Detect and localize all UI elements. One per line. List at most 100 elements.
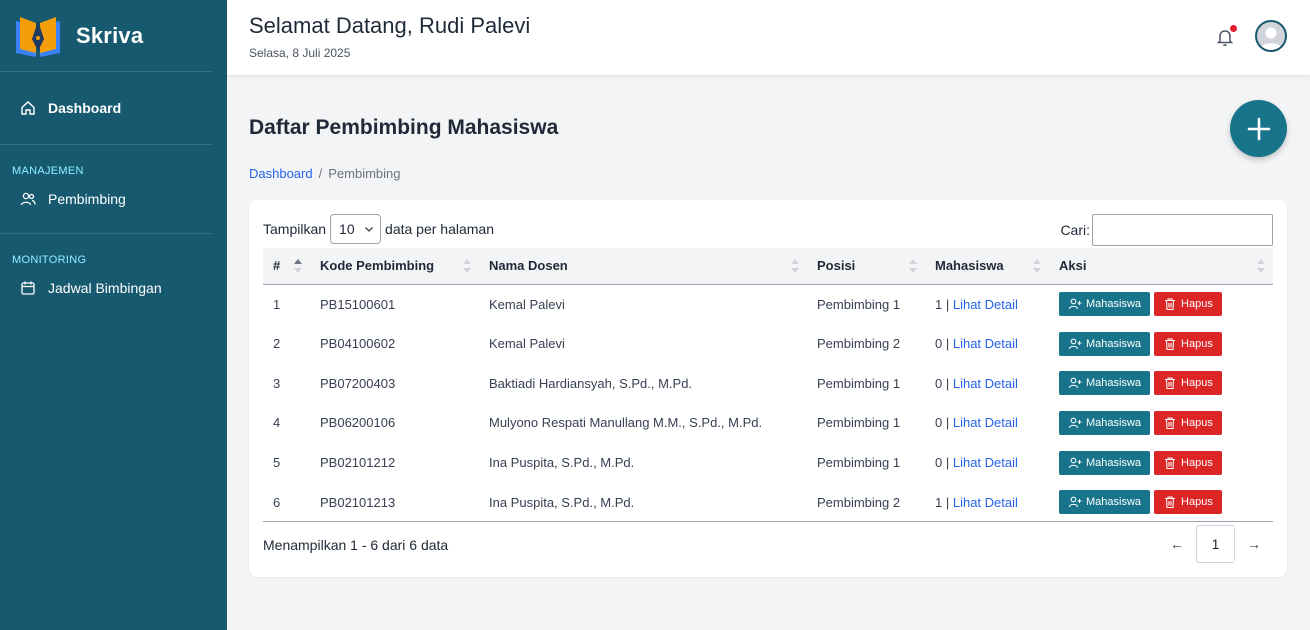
add-mahasiswa-button[interactable]: Mahasiswa [1059,292,1151,317]
prev-page-button[interactable]: ← [1158,525,1196,563]
delete-label: Hapus [1181,496,1213,509]
delete-button[interactable]: Hapus [1154,410,1222,435]
add-mahasiswa-label: Mahasiswa [1086,416,1142,429]
user-plus-icon [1068,457,1082,468]
brand[interactable]: Skriva [0,0,213,72]
table-body: 1 PB15100601 Kemal Palevi Pembimbing 1 1 | L… [263,284,1273,522]
search-label: Cari: [1060,222,1090,238]
sidebar-item-jadwal[interactable]: Jadwal Bimbingan [0,274,213,302]
lihat-detail-link[interactable]: Lihat Detail [953,297,1018,312]
table-header-row: # Kode Pembimbing Nama Dosen Posisi Maha… [263,248,1273,284]
search-input[interactable] [1092,214,1273,246]
table-row: 5 PB02101212 Ina Puspita, S.Pd., M.Pd. Pemb… [263,443,1273,483]
cell-mahasiswa: 0 | Lihat Detail [925,324,1049,364]
cell-aksi: Mahasiswa Hapus [1049,363,1273,403]
cell-nama: Mulyono Respati Manullang M.M., S.Pd., M… [489,415,763,431]
top-header: Selamat Datang, Rudi Palevi Selasa, 8 Ju… [227,0,1310,76]
trash-icon [1165,457,1176,469]
pagination: ← 1 → [1158,525,1273,563]
sidebar: Skriva Dashboard MANAJEMEN Pembimbing MO… [0,0,227,630]
sidebar-item-pembimbing[interactable]: Pembimbing [0,185,213,213]
add-mahasiswa-button[interactable]: Mahasiswa [1059,331,1151,356]
user-avatar-icon [1260,27,1282,50]
cell-no: 5 [273,455,281,471]
cell-no: 6 [273,494,281,510]
cell-posisi: Pembimbing 2 [817,494,901,510]
per-page-control: Tampilkan 10 data per halaman [263,214,494,244]
page-1-button[interactable]: 1 [1196,525,1235,563]
chevron-down-icon [365,227,373,232]
mahasiswa-count: 0 | [935,375,950,391]
cell-aksi: Mahasiswa Hapus [1049,403,1273,443]
user-avatar[interactable] [1255,20,1287,52]
delete-button[interactable]: Hapus [1154,371,1222,396]
cell-mahasiswa: 1 | Lihat Detail [925,284,1049,324]
sidebar-item-dashboard[interactable]: Dashboard [0,94,213,122]
delete-button[interactable]: Hapus [1154,331,1222,356]
mahasiswa-count: 0 | [935,455,950,471]
cell-nama: Kemal Palevi [489,296,565,312]
column-header-aksi[interactable]: Aksi [1049,248,1273,284]
column-header-nama[interactable]: Nama Dosen [479,248,807,284]
breadcrumb-separator: / [318,166,323,181]
sidebar-item-label: Jadwal Bimbingan [48,280,162,296]
delete-button[interactable]: Hapus [1154,450,1222,475]
cell-posisi: Pembimbing 1 [817,296,901,312]
lihat-detail-link[interactable]: Lihat Detail [953,455,1018,470]
cell-posisi: Pembimbing 1 [817,375,901,391]
cell-posisi: Pembimbing 2 [817,336,901,352]
lihat-detail-link[interactable]: Lihat Detail [953,495,1018,510]
column-header-no[interactable]: # [263,248,310,284]
cell-kode: PB06200106 [320,415,396,431]
add-mahasiswa-button[interactable]: Mahasiswa [1059,410,1151,435]
add-mahasiswa-button[interactable]: Mahasiswa [1059,371,1151,396]
trash-icon [1165,496,1176,509]
cell-mahasiswa: 0 | Lihat Detail [925,403,1049,443]
delete-label: Hapus [1181,456,1213,469]
lihat-detail-link[interactable]: Lihat Detail [953,376,1018,391]
cell-kode: PB02101212 [320,455,396,471]
table-row: 1 PB15100601 Kemal Palevi Pembimbing 1 1 | L… [263,284,1273,324]
lihat-detail-link[interactable]: Lihat Detail [953,336,1018,351]
add-pembimbing-button[interactable] [1230,100,1287,157]
cell-nama: Baktiadi Hardiansyah, S.Pd., M.Pd. [489,375,693,391]
column-header-kode[interactable]: Kode Pembimbing [310,248,479,284]
per-page-value: 10 [339,221,355,237]
cell-kode: PB04100602 [320,336,396,352]
mahasiswa-count: 1 | [935,296,950,312]
breadcrumb-dashboard-link[interactable]: Dashboard [249,166,313,181]
column-header-mahasiswa[interactable]: Mahasiswa [925,248,1049,284]
cell-aksi: Mahasiswa Hapus [1049,443,1273,483]
column-header-posisi[interactable]: Posisi [807,248,925,284]
delete-button[interactable]: Hapus [1154,292,1222,317]
breadcrumb-current: Pembimbing [328,166,401,181]
book-logo-icon [16,16,60,57]
table-row: 2 PB04100602 Kemal Palevi Pembimbing 2 0 | L… [263,324,1273,364]
per-page-suffix: data per halaman [385,221,494,237]
delete-button[interactable]: Hapus [1154,490,1222,515]
cell-aksi: Mahasiswa Hapus [1049,482,1273,522]
add-mahasiswa-button[interactable]: Mahasiswa [1059,490,1151,515]
current-date: Selasa, 8 Juli 2025 [249,46,351,60]
cell-no: 2 [273,336,281,352]
next-page-button[interactable]: → [1235,525,1273,563]
cell-nama: Kemal Palevi [489,336,565,352]
sort-icon [909,259,917,273]
add-mahasiswa-button[interactable]: Mahasiswa [1059,450,1151,475]
lihat-detail-link[interactable]: Lihat Detail [953,415,1018,430]
trash-icon [1165,417,1176,429]
cell-mahasiswa: 0 | Lihat Detail [925,363,1049,403]
mahasiswa-count: 1 | [935,494,950,510]
cell-no: 3 [273,375,281,391]
cell-kode: PB02101213 [320,494,396,510]
pembimbing-table: # Kode Pembimbing Nama Dosen Posisi Maha… [263,248,1273,522]
breadcrumb: Dashboard / Pembimbing [249,166,401,181]
mahasiswa-count: 0 | [935,336,950,352]
table-row: 6 PB02101213 Ina Puspita, S.Pd., M.Pd. Pemb… [263,482,1273,522]
per-page-select[interactable]: 10 [330,214,382,244]
brand-name: Skriva [76,22,144,48]
search-control: Cari: [1060,214,1273,246]
table-row: 4 PB06200106 Mulyono Respati Manullang M.M… [263,403,1273,443]
pagination-info: Menampilkan 1 - 6 dari 6 data [263,537,449,553]
user-plus-icon [1068,496,1082,508]
